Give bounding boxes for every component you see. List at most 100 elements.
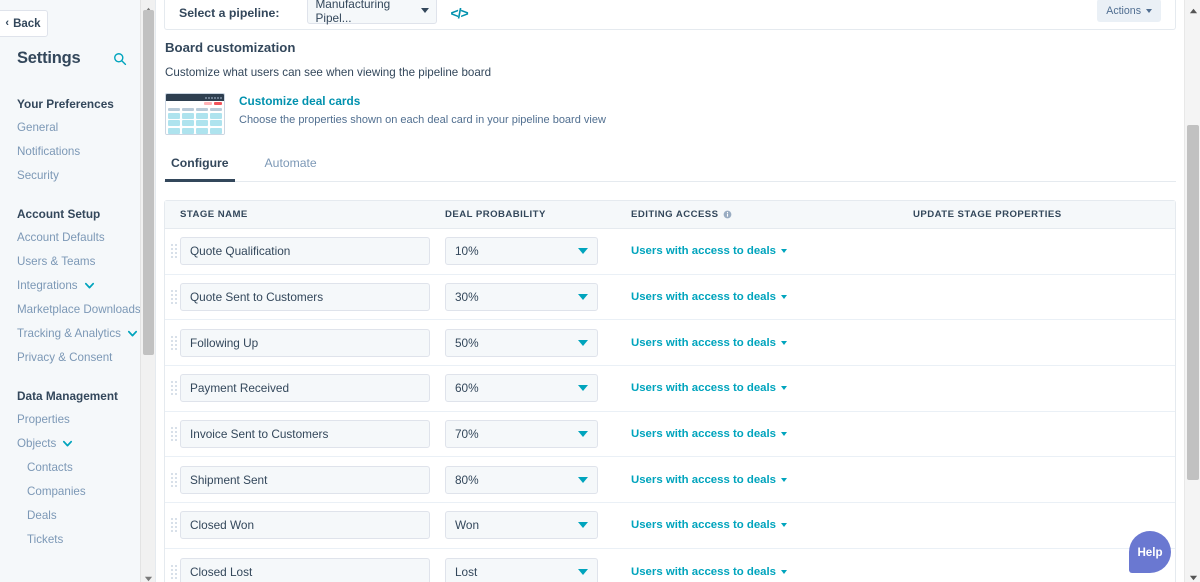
scroll-up-icon[interactable] — [1189, 3, 1198, 12]
sidebar-section-heading: Account Setup — [17, 207, 100, 221]
drag-handle-icon[interactable] — [165, 427, 180, 441]
cell-editing-access[interactable]: Users with access to deals — [631, 428, 913, 440]
cell-deal-probability: 60% — [445, 374, 631, 402]
deal-probability-select[interactable]: 70% — [445, 420, 598, 448]
search-icon[interactable] — [113, 52, 127, 66]
cell-editing-access[interactable]: Users with access to deals — [631, 474, 913, 486]
sidebar-item-tracking-analytics[interactable]: Tracking & Analytics — [17, 327, 138, 340]
table-row: Lost Users with access to deals — [165, 549, 1175, 582]
cell-editing-access[interactable]: Users with access to deals — [631, 245, 913, 257]
deal-probability-value: 50% — [455, 336, 479, 350]
stage-name-input[interactable] — [180, 558, 430, 582]
deal-probability-select[interactable]: 10% — [445, 237, 598, 265]
customize-deal-cards-link[interactable]: Customize deal cards — [239, 94, 606, 108]
deal-probability-select[interactable]: 60% — [445, 374, 598, 402]
sidebar-item-integrations[interactable]: Integrations — [17, 279, 95, 292]
sidebar-item-notifications[interactable]: Notifications — [17, 145, 80, 158]
help-button[interactable]: Help — [1129, 531, 1171, 573]
stage-name-input[interactable] — [180, 466, 430, 494]
sidebar-section-heading: Your Preferences — [17, 97, 114, 111]
sidebar-item-properties[interactable]: Properties — [17, 413, 70, 426]
tab-configure[interactable]: Configure — [165, 156, 235, 182]
deal-probability-value: 70% — [455, 427, 479, 441]
stage-name-input[interactable] — [180, 374, 430, 402]
stage-name-input[interactable] — [180, 420, 430, 448]
sidebar-item-deals[interactable]: Deals — [27, 509, 57, 522]
editing-access-link[interactable]: Users with access to deals — [631, 474, 776, 486]
sidebar-item-companies[interactable]: Companies — [27, 485, 86, 498]
pipeline-select-value: Manufacturing Pipel... — [315, 0, 421, 25]
sidebar-item-label: Tickets — [27, 533, 63, 546]
chevron-down-icon — [578, 477, 588, 483]
editing-access-link[interactable]: Users with access to deals — [631, 566, 776, 578]
deal-probability-select[interactable]: Won — [445, 511, 598, 539]
editing-access-link[interactable]: Users with access to deals — [631, 382, 776, 394]
info-circle-icon[interactable] — [723, 210, 732, 219]
stage-name-input[interactable] — [180, 237, 430, 265]
column-header-deal-probability: DEAL PROBABILITY — [445, 209, 631, 220]
page-scrollbar-thumb[interactable] — [1187, 125, 1199, 480]
stage-name-input[interactable] — [180, 511, 430, 539]
editing-access-link[interactable]: Users with access to deals — [631, 337, 776, 349]
cell-editing-access[interactable]: Users with access to deals — [631, 337, 913, 349]
cell-stage-name — [180, 329, 445, 357]
table-row: 80% Users with access to deals — [165, 457, 1175, 503]
pipeline-toolbar: Select a pipeline: Manufacturing Pipel..… — [164, 0, 1176, 30]
editing-access-link[interactable]: Users with access to deals — [631, 245, 776, 257]
sidebar-item-security[interactable]: Security — [17, 169, 59, 182]
drag-handle-icon[interactable] — [165, 290, 180, 304]
code-brackets-icon[interactable]: </> — [450, 5, 467, 21]
stage-name-input[interactable] — [180, 283, 430, 311]
sidebar-item-objects[interactable]: Objects — [17, 437, 73, 450]
sidebar-item-marketplace-downloads[interactable]: Marketplace Downloads — [17, 303, 141, 316]
chevron-down-icon — [781, 386, 787, 390]
cell-editing-access[interactable]: Users with access to deals — [631, 566, 913, 578]
cell-stage-name — [180, 511, 445, 539]
drag-handle-icon[interactable] — [165, 473, 180, 487]
sidebar-item-account-defaults[interactable]: Account Defaults — [17, 231, 105, 244]
sidebar-scrollbar[interactable] — [140, 0, 155, 582]
cell-editing-access[interactable]: Users with access to deals — [631, 519, 913, 531]
chevron-down-icon — [84, 280, 95, 291]
sidebar-item-label: Contacts — [27, 461, 73, 474]
deal-probability-select[interactable]: 50% — [445, 329, 598, 357]
pipeline-select[interactable]: Manufacturing Pipel... — [307, 0, 437, 24]
scroll-down-icon[interactable] — [1189, 569, 1198, 578]
drag-handle-icon[interactable] — [165, 244, 180, 258]
back-button-label: Back — [13, 18, 41, 30]
cell-deal-probability: 10% — [445, 237, 631, 265]
customize-deal-cards-promo: Customize deal cards Choose the properti… — [164, 93, 1176, 135]
cell-editing-access[interactable]: Users with access to deals — [631, 291, 913, 303]
cell-deal-probability: 30% — [445, 283, 631, 311]
back-button[interactable]: ‹ Back — [0, 10, 48, 37]
drag-handle-icon[interactable] — [165, 336, 180, 350]
table-row: 60% Users with access to deals — [165, 366, 1175, 412]
sidebar-item-label: Notifications — [17, 145, 80, 158]
sidebar-item-label: Deals — [27, 509, 57, 522]
drag-handle-icon[interactable] — [165, 381, 180, 395]
actions-button[interactable]: Actions — [1097, 0, 1161, 22]
editing-access-link[interactable]: Users with access to deals — [631, 519, 776, 531]
tab-automate[interactable]: Automate — [259, 156, 323, 182]
editing-access-link[interactable]: Users with access to deals — [631, 291, 776, 303]
sidebar-item-general[interactable]: General — [17, 121, 58, 134]
settings-page: ‹ Back Settings Your PreferencesGeneralN… — [0, 0, 1200, 582]
deal-probability-select[interactable]: 30% — [445, 283, 598, 311]
column-header-editing-access: EDITING ACCESS — [631, 209, 913, 220]
stage-name-input[interactable] — [180, 329, 430, 357]
cell-stage-name — [180, 283, 445, 311]
cell-editing-access[interactable]: Users with access to deals — [631, 382, 913, 394]
sidebar-item-contacts[interactable]: Contacts — [27, 461, 73, 474]
editing-access-link[interactable]: Users with access to deals — [631, 428, 776, 440]
deal-probability-select[interactable]: Lost — [445, 558, 598, 582]
sidebar-item-users-teams[interactable]: Users & Teams — [17, 255, 95, 268]
deal-probability-select[interactable]: 80% — [445, 466, 598, 494]
sidebar-item-tickets[interactable]: Tickets — [27, 533, 63, 546]
drag-handle-icon[interactable] — [165, 565, 180, 579]
scroll-down-icon[interactable] — [144, 570, 153, 579]
drag-handle-icon[interactable] — [165, 518, 180, 532]
page-scrollbar[interactable] — [1184, 0, 1200, 582]
sidebar-scrollbar-thumb[interactable] — [143, 10, 154, 355]
column-header-stage-name: STAGE NAME — [165, 209, 445, 220]
sidebar-item-privacy-consent[interactable]: Privacy & Consent — [17, 351, 112, 364]
